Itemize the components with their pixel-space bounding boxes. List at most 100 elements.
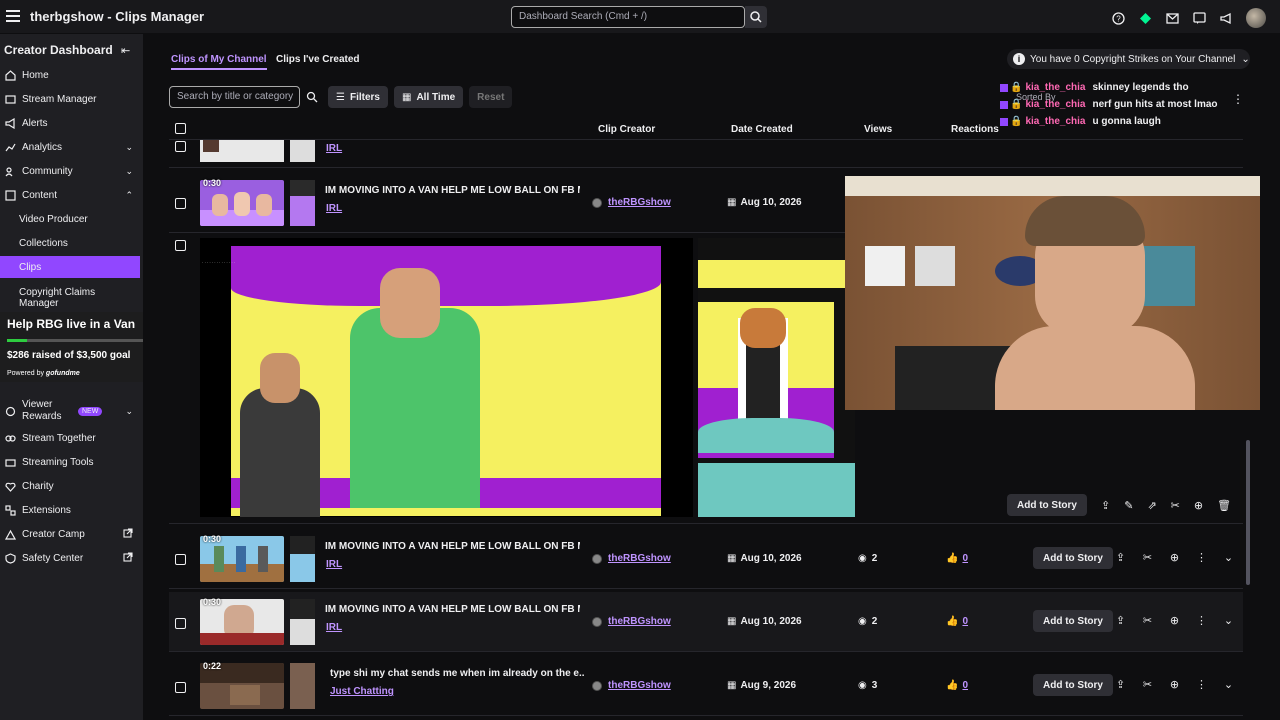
add-icon[interactable]: ⊕ xyxy=(1194,499,1203,512)
scrollbar[interactable] xyxy=(1246,440,1250,585)
dashboard-search-input[interactable]: Dashboard Search (Cmd + /) xyxy=(511,6,745,28)
sidebar-item-content[interactable]: Content ⌃ xyxy=(0,184,143,206)
clip-video-player[interactable]: · · · · · · · · · · · · · · xyxy=(200,238,693,517)
col-views[interactable]: Views xyxy=(864,124,892,135)
clip-title[interactable]: type shi my chat sends me when im alread… xyxy=(330,668,585,679)
copyright-strikes-dropdown[interactable]: i You have 0 Copyright Strikes on Your C… xyxy=(1007,49,1250,69)
chevron-down-icon[interactable]: ⌄ xyxy=(1222,551,1235,564)
tab-clips-ive-created[interactable]: Clips I've Created xyxy=(276,54,360,65)
sidebar-item-streaming-tools[interactable]: Streaming Tools xyxy=(0,451,143,473)
scissors-icon[interactable]: ✂ xyxy=(1141,551,1154,564)
clip-title[interactable]: IM MOVING INTO A VAN HELP ME LOW BALL ON… xyxy=(325,185,580,196)
row-checkbox[interactable] xyxy=(175,618,186,629)
clip-title[interactable]: IM MOVING INTO A VAN HELP ME LOW BALL ON… xyxy=(325,541,580,552)
sidebar-item-extensions[interactable]: Extensions xyxy=(0,499,143,521)
sidebar-item-label: Viewer Rewards xyxy=(22,399,62,422)
eye-icon: ◉ xyxy=(858,616,867,627)
clip-reactions[interactable]: 👍 0 xyxy=(946,616,968,627)
table-row[interactable]: 0:30 IM MOVING INTO A VAN HELP ME LOW BA… xyxy=(169,529,1243,589)
sidebar-item-stream-manager[interactable]: Stream Manager xyxy=(0,88,143,110)
clip-creator-link[interactable]: theRBGshow xyxy=(592,616,671,627)
col-clip-creator[interactable]: Clip Creator xyxy=(598,124,655,135)
share-icon[interactable]: ⇪ xyxy=(1114,551,1127,564)
clip-category[interactable]: IRL xyxy=(326,143,342,154)
collapse-sidebar-icon[interactable]: ⇤ xyxy=(121,44,130,57)
clip-category[interactable]: IRL xyxy=(326,203,342,214)
clip-creator-link[interactable]: theRBGshow xyxy=(592,553,671,564)
col-date-created[interactable]: Date Created xyxy=(731,124,793,135)
chat-bubble-icon[interactable] xyxy=(1192,11,1206,25)
external-link-icon[interactable]: ⇗ xyxy=(1147,499,1156,512)
clip-thumbnail-secondary xyxy=(290,536,315,582)
sidebar-item-home[interactable]: Home xyxy=(0,64,143,86)
sidebar-item-copyright-claims[interactable]: Copyright Claims Manager xyxy=(0,284,120,312)
add-to-story-button[interactable]: Add to Story xyxy=(1033,674,1113,696)
row-checkbox[interactable] xyxy=(175,682,186,693)
clip-title[interactable]: IM MOVING INTO A VAN HELP ME LOW BALL ON… xyxy=(325,604,580,615)
scissors-icon[interactable]: ✂ xyxy=(1171,499,1180,512)
clip-category[interactable]: Just Chatting xyxy=(330,686,394,697)
add-to-story-button[interactable]: Add to Story xyxy=(1007,494,1087,516)
more-options-icon[interactable]: ⋮ xyxy=(1195,678,1208,691)
sidebar-item-community[interactable]: Community ⌄ xyxy=(0,160,143,182)
select-all-checkbox[interactable] xyxy=(175,123,186,134)
time-range-button[interactable]: ▦ All Time xyxy=(393,86,464,108)
add-icon[interactable]: ⊕ xyxy=(1168,614,1181,627)
delete-icon[interactable]: 🗑 xyxy=(1217,499,1231,512)
add-icon[interactable]: ⊕ xyxy=(1168,551,1181,564)
sidebar-item-stream-together[interactable]: Stream Together xyxy=(0,427,143,449)
scissors-icon[interactable]: ✂ xyxy=(1141,678,1154,691)
sub-badge-icon xyxy=(1000,100,1008,109)
clip-reactions[interactable]: 👍 0 xyxy=(946,553,968,564)
row-checkbox[interactable] xyxy=(175,141,186,152)
clip-category[interactable]: IRL xyxy=(326,622,342,633)
thumbs-up-icon: 👍 xyxy=(946,680,959,691)
clip-creator-link[interactable]: theRBGshow xyxy=(592,680,671,691)
reset-button[interactable]: Reset xyxy=(469,86,513,108)
sidebar-item-alerts[interactable]: Alerts xyxy=(0,112,143,134)
search-button[interactable] xyxy=(745,6,767,28)
share-icon[interactable]: ⇪ xyxy=(1114,678,1127,691)
add-icon[interactable]: ⊕ xyxy=(1168,678,1181,691)
more-options-icon[interactable]: ⋮ xyxy=(1195,551,1208,564)
mail-icon[interactable] xyxy=(1165,11,1179,25)
clip-category[interactable]: IRL xyxy=(326,559,342,570)
share-icon[interactable]: ⇪ xyxy=(1101,499,1110,512)
col-reactions[interactable]: Reactions xyxy=(951,124,999,135)
sidebar-item-clips[interactable]: Clips xyxy=(0,256,140,278)
sidebar-item-charity[interactable]: Charity xyxy=(0,475,143,497)
gem-icon[interactable] xyxy=(1138,11,1152,25)
row-actions: ⇪ ✂ ⊕ ⋮ ⌄ xyxy=(1114,551,1235,564)
row-checkbox[interactable] xyxy=(175,198,186,209)
more-options-icon[interactable]: ⋮ xyxy=(1195,614,1208,627)
row-checkbox[interactable] xyxy=(175,240,186,251)
table-row[interactable]: IRL xyxy=(169,140,1243,168)
chevron-down-icon[interactable]: ⌄ xyxy=(1222,678,1235,691)
clip-creator-link[interactable]: theRBGshow xyxy=(592,197,671,208)
sidebar-item-safety-center[interactable]: Safety Center xyxy=(0,547,143,569)
menu-icon[interactable] xyxy=(6,10,20,22)
filters-button[interactable]: ☰ Filters xyxy=(328,86,388,108)
clip-date: ▦ Aug 10, 2026 xyxy=(727,197,802,208)
clip-search-input[interactable]: Search by title or category xyxy=(169,86,300,108)
user-avatar[interactable] xyxy=(1246,8,1266,28)
help-icon[interactable]: ? xyxy=(1111,11,1125,25)
sidebar-item-creator-camp[interactable]: Creator Camp xyxy=(0,523,143,545)
add-to-story-button[interactable]: Add to Story xyxy=(1033,610,1113,632)
tab-clips-of-my-channel[interactable]: Clips of My Channel xyxy=(171,54,267,70)
chevron-down-icon[interactable]: ⌄ xyxy=(1222,614,1235,627)
table-row[interactable]: 0:22 type shi my chat sends me when im a… xyxy=(169,656,1243,716)
share-icon[interactable]: ⇪ xyxy=(1114,614,1127,627)
sidebar-item-viewer-rewards[interactable]: Viewer Rewards NEW ⌄ xyxy=(0,397,143,425)
sidebar-item-video-producer[interactable]: Video Producer xyxy=(0,208,143,230)
add-to-story-button[interactable]: Add to Story xyxy=(1033,547,1113,569)
search-icon[interactable] xyxy=(306,86,322,108)
sidebar-item-collections[interactable]: Collections xyxy=(0,232,143,254)
edit-icon[interactable]: ✎ xyxy=(1124,499,1133,512)
clip-reactions[interactable]: 👍 0 xyxy=(946,680,968,691)
sidebar-item-analytics[interactable]: Analytics ⌄ xyxy=(0,136,143,158)
table-row[interactable]: 0:30 IM MOVING INTO A VAN HELP ME LOW BA… xyxy=(169,592,1243,652)
megaphone-icon[interactable] xyxy=(1219,11,1233,25)
row-checkbox[interactable] xyxy=(175,554,186,565)
scissors-icon[interactable]: ✂ xyxy=(1141,614,1154,627)
